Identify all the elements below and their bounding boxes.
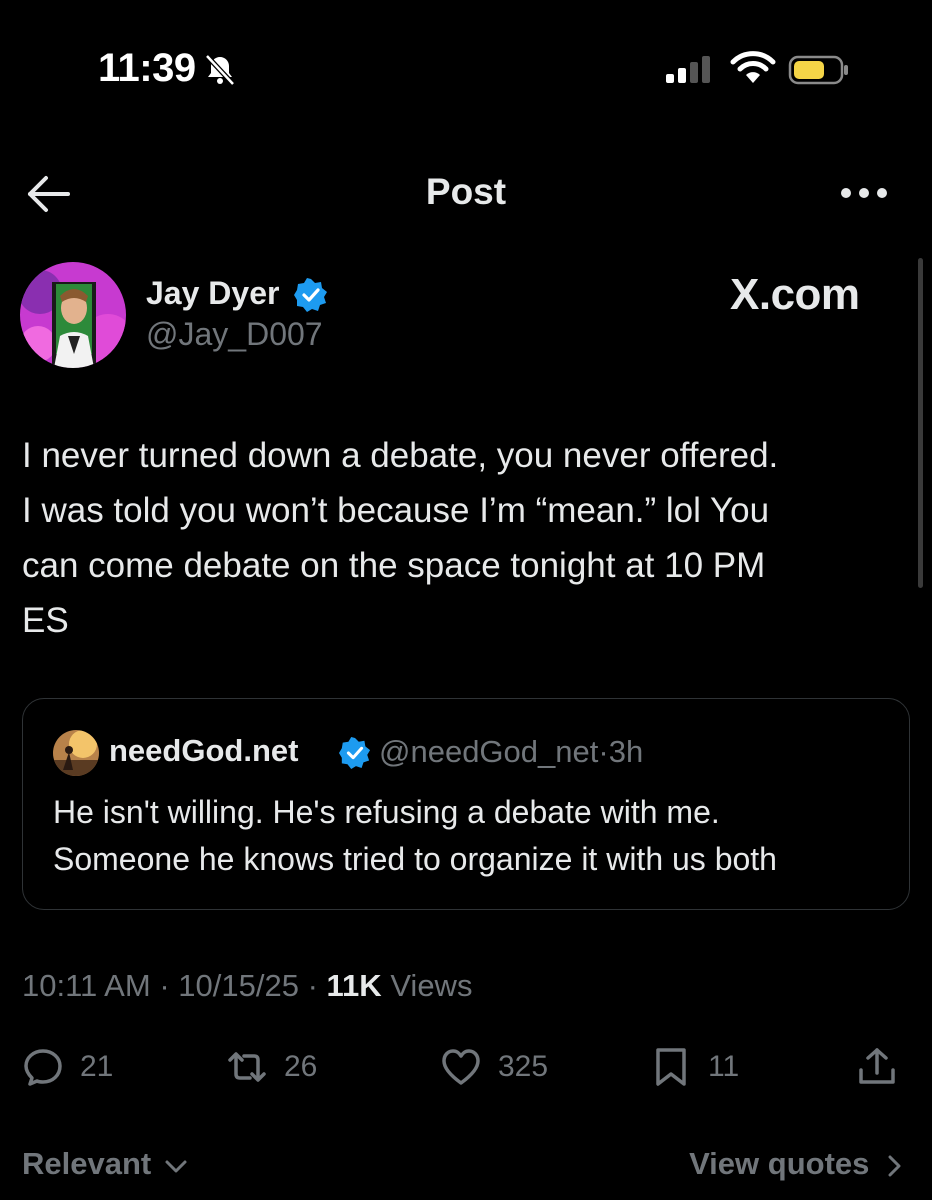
view-quotes-label: View quotes [689, 1146, 870, 1181]
post-metadata: 10:11 AM · 10/15/25 · 11K Views [22, 968, 472, 1004]
post-date: 10/15/25 [178, 968, 299, 1003]
quoted-post-card[interactable]: needGod.net @needGod_net·3h He isn't wil… [22, 698, 910, 910]
bookmark-button[interactable]: 11 [650, 1044, 739, 1090]
reply-count: 21 [80, 1050, 114, 1083]
bell-muted-icon [205, 54, 235, 86]
quoted-post-meta: @needGod_net·3h [379, 734, 643, 770]
quoted-author-name: needGod.net [109, 733, 299, 768]
meta-separator: · [159, 968, 170, 1003]
battery-icon [788, 55, 848, 85]
quoted-post-age: 3h [608, 734, 644, 769]
verified-badge-icon [339, 737, 371, 769]
heart-icon [442, 1049, 480, 1085]
verified-badge-icon[interactable] [294, 278, 328, 312]
quoted-author-avatar [53, 730, 99, 776]
repost-icon [228, 1052, 266, 1082]
quoted-author-handle: @needGod_net [379, 734, 599, 769]
meta-separator: · [598, 734, 609, 769]
reply-icon [24, 1049, 62, 1086]
chevron-right-icon [888, 1155, 901, 1177]
top-nav-bar: Post [0, 145, 932, 243]
more-options-icon[interactable] [838, 183, 890, 203]
reply-button[interactable]: 21 [22, 1044, 113, 1090]
meta-separator: · [307, 968, 318, 1003]
x-com-watermark: X.com [730, 270, 860, 319]
views-label: Views [390, 968, 473, 1003]
author-handle[interactable]: @Jay_D007 [146, 316, 323, 353]
author-avatar[interactable] [20, 262, 126, 368]
status-time: 11:39 [98, 46, 196, 90]
like-count: 325 [498, 1050, 549, 1083]
view-quotes-link[interactable]: View quotes [689, 1146, 902, 1182]
post-time: 10:11 AM [22, 968, 151, 1003]
wifi-icon [730, 51, 776, 83]
share-icon [859, 1048, 895, 1084]
views-count: 11K [326, 968, 382, 1003]
post-text: I never turned down a debate, you never … [22, 436, 779, 640]
chevron-down-icon [165, 1160, 187, 1173]
bookmark-count: 11 [708, 1050, 740, 1083]
quoted-post-text: He isn't willing. He's refusing a debate… [53, 794, 777, 877]
cell-signal-icon [666, 56, 710, 83]
author-name[interactable]: Jay Dyer [146, 275, 279, 312]
page-title: Post [425, 171, 507, 212]
share-button[interactable] [856, 1044, 898, 1090]
bookmark-icon [656, 1048, 686, 1086]
like-button[interactable]: 325 [440, 1044, 548, 1090]
sort-relevant-dropdown[interactable]: Relevant [22, 1146, 188, 1182]
repost-button[interactable]: 26 [226, 1044, 317, 1090]
scrollbar[interactable] [918, 258, 923, 588]
sort-label: Relevant [22, 1146, 152, 1181]
repost-count: 26 [284, 1050, 318, 1083]
